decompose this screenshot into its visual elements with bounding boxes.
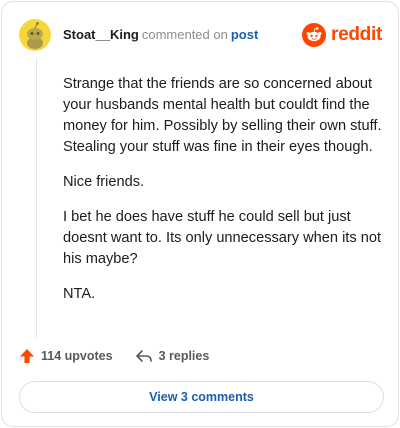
- reddit-logo-icon: [302, 23, 327, 47]
- comment-footer: 114 upvotes 3 replies: [19, 346, 209, 366]
- upvote-arrow-icon: [20, 349, 34, 363]
- comment-paragraph: NTA.: [63, 286, 96, 302]
- comment-paragraph: I bet he does have stuff he could sell b…: [63, 209, 381, 267]
- brand-wordmark: reddit: [331, 24, 382, 45]
- reddit-brand[interactable]: reddit: [302, 21, 382, 49]
- author-line: Stoat__King commented on post: [63, 27, 258, 43]
- upvotes-stat[interactable]: 114 upvotes: [19, 348, 113, 364]
- upvotes-count: 114 upvotes: [41, 349, 113, 363]
- comment-paragraph: Nice friends.: [63, 174, 145, 190]
- comment-paragraph: Strange that the friends are so concerne…: [63, 76, 382, 155]
- snoo-avatar-icon[interactable]: [19, 19, 51, 51]
- comment-header: Stoat__King commented on post reddit: [19, 19, 382, 51]
- replies-stat[interactable]: 3 replies: [135, 348, 210, 364]
- view-comments-button[interactable]: View 3 comments: [19, 381, 384, 413]
- replies-count: 3 replies: [158, 349, 210, 363]
- comment-card: Stoat__King commented on post reddit Stran…: [1, 1, 399, 427]
- comment-body: Strange that the friends are so concerne…: [63, 74, 383, 319]
- post-link[interactable]: post: [231, 27, 258, 42]
- reply-arrow-icon: [135, 350, 152, 362]
- username[interactable]: Stoat__King: [63, 27, 139, 42]
- action-text: commented on: [141, 27, 228, 42]
- thread-line: [36, 58, 37, 338]
